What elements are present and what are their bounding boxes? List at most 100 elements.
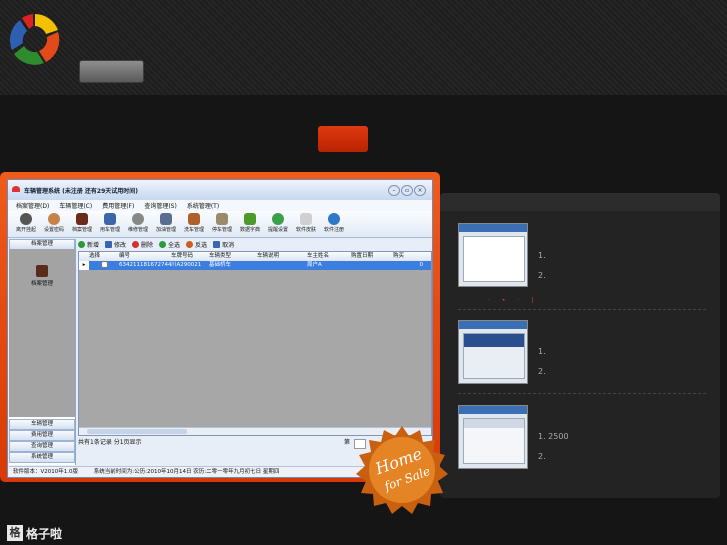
close-button[interactable]: × <box>414 185 426 196</box>
check-icon <box>159 241 167 248</box>
parking-icon <box>216 213 228 225</box>
delete-icon <box>132 241 140 248</box>
fuel-icon <box>160 213 172 225</box>
tool-lock[interactable]: 离开挂起 <box>12 211 40 237</box>
clock-icon <box>272 213 284 225</box>
tool-register[interactable]: 软件注册 <box>320 211 348 237</box>
col-select[interactable]: 选择 <box>89 252 119 261</box>
news-item[interactable]: 1. <box>538 347 546 356</box>
sidebar-tabs: 车辆管理 费用管理 查询管理 系统管理 <box>9 419 75 463</box>
sidebar: 档案管理 档案管理 车辆管理 费用管理 查询管理 系统管理 <box>9 239 76 465</box>
window-title: 车辆管理系统 (未注册 还有29天试用时间) <box>24 188 139 195</box>
record-count: 共有1条记录 分1页显示 <box>78 439 142 446</box>
menu-system[interactable]: 系统管理(T) <box>187 201 219 210</box>
delete-button[interactable]: 删除 <box>132 240 153 249</box>
cell-price: 0 <box>419 262 424 268</box>
puzzle-icon <box>244 213 256 225</box>
page-label: 第 <box>344 439 351 446</box>
cell-date <box>351 261 393 270</box>
brush-icon <box>300 213 312 225</box>
sidebar-body: 档案管理 <box>9 249 75 417</box>
cell-type: 基础桥车 <box>209 262 232 268</box>
grid-header: 选择 编号 车牌号码 车辆类型 车辆说明 车主姓名 购置日期 购买 <box>79 252 431 261</box>
wash-icon <box>188 213 200 225</box>
footer-logo[interactable]: 格 格子啦 <box>7 525 62 541</box>
tool-dictionary[interactable]: 数据字典 <box>236 211 264 237</box>
cell-id: 6342111816727441410 <box>119 262 171 268</box>
sidebar-tab-system[interactable]: 系统管理 <box>9 452 75 463</box>
footer-logo-name: 格子啦 <box>26 526 63 541</box>
cancel-icon <box>213 241 221 248</box>
cell-owner: 周户A <box>307 262 322 268</box>
version-text: 软件版本：V2010年1.0版 <box>13 469 79 475</box>
col-date[interactable]: 购置日期 <box>351 252 393 261</box>
tool-password[interactable]: 设置密码 <box>40 211 68 237</box>
red-action-button[interactable] <box>318 126 368 152</box>
tool-vehicle-use[interactable]: 用车管理 <box>96 211 124 237</box>
tool-archive[interactable]: 档案管理 <box>68 211 96 237</box>
tool-skin[interactable]: 软件皮肤 <box>292 211 320 237</box>
sidebar-item-archive[interactable]: 档案管理 <box>23 265 61 287</box>
col-owner[interactable]: 车主姓名 <box>307 252 351 261</box>
tool-parking[interactable]: 停车管理 <box>208 211 236 237</box>
menu-cost[interactable]: 费用管理(F) <box>102 201 134 210</box>
col-price[interactable]: 购买 <box>393 252 423 261</box>
table-row[interactable]: ▸ 6342111816727441410 川A290021 基础桥车 周户A … <box>79 261 431 270</box>
header-button[interactable] <box>79 60 144 83</box>
site-logo-icon <box>9 14 60 65</box>
sidebar-tab-query[interactable]: 查询管理 <box>9 441 75 452</box>
news-item[interactable]: 2. <box>538 452 546 461</box>
system-time: 系统当前时间为:公历:2010年10月14日 农历:二零一零年九月初七日 星期四 <box>93 469 280 475</box>
sidebar-tab-cost[interactable]: 费用管理 <box>9 430 75 441</box>
data-grid: 选择 编号 车牌号码 车辆类型 车辆说明 车主姓名 购置日期 购买 ▸ 6342… <box>78 251 432 436</box>
select-all-button[interactable]: 全选 <box>159 240 180 249</box>
add-button[interactable]: 新增 <box>78 240 99 249</box>
tool-repair[interactable]: 维修管理 <box>124 211 152 237</box>
cancel-button[interactable]: 取消 <box>213 240 234 249</box>
col-desc[interactable]: 车辆说明 <box>257 252 307 261</box>
cell-plate: 川A290021 <box>171 262 202 268</box>
info-icon <box>328 213 340 225</box>
col-id[interactable]: 编号 <box>119 252 171 261</box>
cell-desc <box>257 261 307 270</box>
col-type[interactable]: 车辆类型 <box>209 252 257 261</box>
divider <box>458 309 706 310</box>
invert-icon <box>186 241 194 248</box>
car-icon <box>104 213 116 225</box>
lock-icon <box>20 213 32 225</box>
menu-bar: 档案管理(D) 车辆管理(C) 费用管理(F) 查询管理(S) 系统管理(T) <box>8 200 432 211</box>
divider <box>458 393 706 394</box>
news-thumbnail[interactable] <box>458 320 528 384</box>
col-plate[interactable]: 车牌号码 <box>171 252 209 261</box>
home-for-sale-badge: Home for Sale <box>356 426 448 514</box>
invert-select-button[interactable]: 反选 <box>186 240 207 249</box>
pager-dots: ·•·| <box>488 297 546 304</box>
gear-icon <box>132 213 144 225</box>
menu-query[interactable]: 查询管理(S) <box>144 201 177 210</box>
news-item[interactable]: 1. 2500 <box>538 432 569 441</box>
news-item[interactable]: 2. <box>538 271 546 280</box>
tool-reminder[interactable]: 提醒设置 <box>264 211 292 237</box>
sidebar-tab-vehicle[interactable]: 车辆管理 <box>9 419 75 430</box>
news-thumbnail[interactable] <box>458 223 528 287</box>
plus-icon <box>78 241 85 248</box>
footer-logo-mark: 格 <box>7 525 23 541</box>
toolbar: 离开挂起 设置密码 档案管理 用车管理 维修管理 加油管理 洗车管理 停车管理 … <box>8 211 432 238</box>
menu-archive[interactable]: 档案管理(D) <box>16 201 49 210</box>
minimize-button[interactable]: – <box>388 185 400 196</box>
archive-icon <box>76 213 88 225</box>
archive-icon <box>36 265 48 277</box>
tool-fuel[interactable]: 加油管理 <box>152 211 180 237</box>
news-thumbnail[interactable] <box>458 405 528 469</box>
edit-icon <box>105 241 113 248</box>
maximize-button[interactable]: ▫ <box>401 185 413 196</box>
tool-wash[interactable]: 洗车管理 <box>180 211 208 237</box>
menu-vehicle[interactable]: 车辆管理(C) <box>59 201 92 210</box>
news-item[interactable]: 2. <box>538 367 546 376</box>
row-checkbox[interactable] <box>100 261 108 268</box>
edit-button[interactable]: 修改 <box>105 240 126 249</box>
action-bar: 新增 修改 删除 全选 反选 取消 <box>78 239 430 250</box>
user-icon <box>48 213 60 225</box>
news-item[interactable]: 1. <box>538 251 546 260</box>
app-icon <box>12 186 20 192</box>
